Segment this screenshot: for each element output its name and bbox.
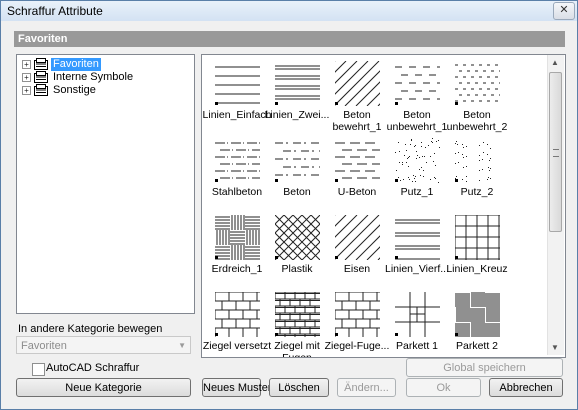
expand-icon[interactable]: +: [22, 86, 31, 95]
pattern-tile[interactable]: Stahlbeton: [206, 136, 268, 206]
hatch-pattern-icon: [215, 292, 260, 337]
move-category-select[interactable]: Favoriten ▼: [16, 336, 191, 354]
ok-button[interactable]: Ok: [406, 378, 481, 397]
pattern-tile[interactable]: Linien_Zwei...: [265, 59, 329, 129]
autocad-checkbox[interactable]: [32, 363, 45, 376]
pattern-tile[interactable]: Parkett 1: [386, 290, 448, 357]
pattern-tile[interactable]: Ziegel-Fuge...: [325, 290, 389, 357]
hatch-pattern-icon: [335, 138, 380, 183]
hatch-pattern-icon: [335, 215, 380, 260]
folder-icon: [34, 84, 48, 96]
pattern-tile[interactable]: Eisen: [326, 213, 388, 283]
chevron-down-icon: ▼: [178, 341, 186, 350]
pattern-label: Beton unbewehrt_2: [446, 109, 508, 133]
delete-button[interactable]: Löschen: [269, 378, 329, 397]
global-save-button[interactable]: Global speichern: [406, 358, 563, 377]
hatch-pattern-icon: [215, 61, 260, 106]
pattern-tile[interactable]: Beton: [266, 136, 328, 206]
pattern-tile[interactable]: Beton bewehrt_1: [326, 59, 388, 133]
pattern-tile[interactable]: U-Beton: [326, 136, 388, 206]
hatch-pattern-icon: [455, 138, 500, 183]
hatch-pattern-icon: [275, 215, 320, 260]
pattern-tile[interactable]: Linien_Vierf...: [385, 213, 449, 283]
pattern-tile[interactable]: Plastik: [266, 213, 328, 283]
pattern-tile[interactable]: Putz_1: [386, 136, 448, 206]
hatch-pattern-icon: [335, 292, 380, 337]
scrollbar-thumb[interactable]: [549, 72, 562, 232]
edit-button[interactable]: Ändern...: [337, 378, 396, 397]
pattern-tile[interactable]: Linien_Einfach: [203, 59, 271, 129]
category-tree[interactable]: + Favoriten + Interne Symbole + Sonstige: [16, 54, 195, 314]
tree-item-label: Interne Symbole: [53, 71, 134, 83]
scroll-down-icon[interactable]: ▼: [551, 343, 559, 352]
hatch-pattern-icon: [395, 61, 440, 106]
pattern-tile[interactable]: Putz_2: [446, 136, 508, 206]
hatch-attributes-dialog: Schraffur Attribute ✕ Favoriten + Favori…: [0, 0, 578, 410]
hatch-pattern-icon: [455, 61, 500, 106]
hatch-pattern-icon: [215, 215, 260, 260]
hatch-pattern-icon: [215, 138, 260, 183]
pattern-grid[interactable]: Linien_Einfach Linien_Zwei... Beton bewehr…: [201, 54, 566, 358]
hatch-pattern-icon: [455, 215, 500, 260]
close-button[interactable]: ✕: [553, 2, 575, 20]
move-category-label: In andere Kategorie bewegen: [18, 323, 163, 335]
hatch-pattern-icon: [395, 215, 440, 260]
pattern-label: Putz_2: [460, 186, 494, 198]
new-category-button[interactable]: Neue Kategorie: [16, 378, 191, 397]
expand-icon[interactable]: +: [22, 73, 31, 82]
hatch-pattern-icon: [395, 292, 440, 337]
move-category-value: Favoriten: [21, 340, 67, 352]
pattern-label: Linien_Kreuz: [446, 263, 508, 275]
autocad-checkbox-label: AutoCAD Schraffur: [46, 362, 140, 374]
category-header: Favoriten: [14, 31, 565, 47]
hatch-pattern-icon: [335, 61, 380, 106]
window-title: Schraffur Attribute: [7, 4, 103, 18]
hatch-pattern-icon: [275, 61, 320, 106]
title-bar: Schraffur Attribute ✕: [1, 1, 577, 21]
scroll-up-icon[interactable]: ▲: [551, 58, 559, 67]
pattern-tile[interactable]: Ziegel mit Fugen: [266, 290, 328, 357]
grip-icon: [553, 149, 559, 157]
pattern-tile[interactable]: Erdreich_1: [206, 213, 268, 283]
hatch-pattern-icon: [395, 138, 440, 183]
hatch-pattern-icon: [275, 138, 320, 183]
pattern-tile[interactable]: Ziegel versetzt: [203, 290, 271, 357]
pattern-tile[interactable]: Linien_Kreuz: [446, 213, 508, 283]
cancel-button[interactable]: Abbrechen: [489, 378, 563, 397]
pattern-tile[interactable]: Beton unbewehrt_1: [386, 59, 448, 133]
pattern-label: Parkett 2: [455, 340, 499, 352]
pattern-tile[interactable]: Parkett 2: [446, 290, 508, 357]
folder-icon: [34, 71, 48, 83]
hatch-pattern-icon: [275, 292, 320, 337]
tree-item-label: Sonstige: [53, 84, 96, 96]
folder-icon: [34, 58, 48, 70]
pattern-scrollbar[interactable]: ▲ ▼: [547, 55, 564, 355]
hatch-pattern-icon: [455, 292, 500, 337]
pattern-tile[interactable]: Beton unbewehrt_2: [446, 59, 508, 133]
new-pattern-button[interactable]: Neues Muster: [202, 378, 271, 397]
tree-item-label: Favoriten: [51, 58, 101, 71]
expand-icon[interactable]: +: [22, 60, 31, 69]
